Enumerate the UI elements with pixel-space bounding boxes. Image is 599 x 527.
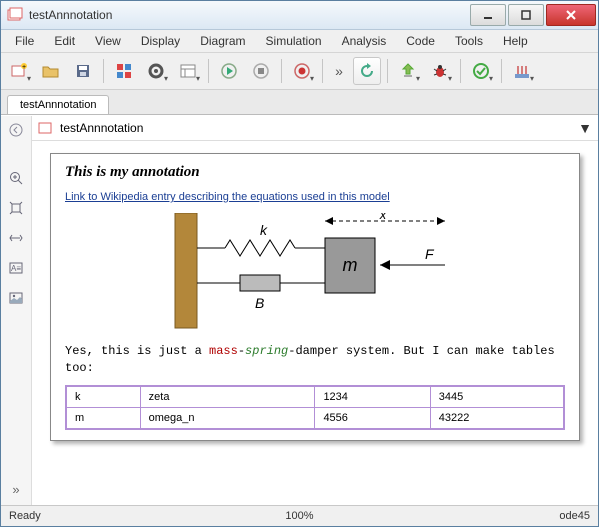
annotation-table: k zeta 1234 3445 m omega_n 4556 43222 (65, 385, 565, 430)
label-F: F (425, 246, 435, 262)
menu-diagram[interactable]: Diagram (190, 32, 255, 50)
image-tool-icon[interactable] (6, 288, 26, 308)
svg-text:+: + (22, 64, 26, 71)
toolbar: +▾ ▾ ▾ ▾ » ▾ ▾ ▾ ▾ (1, 53, 598, 90)
model-config-button[interactable]: ▾ (142, 57, 170, 85)
palette: A≡ » (1, 116, 32, 505)
menu-edit[interactable]: Edit (44, 32, 85, 50)
library-browser-button[interactable] (110, 57, 138, 85)
navigate-back-button[interactable] (6, 120, 26, 140)
tabstrip: testAnnnotation (1, 90, 598, 115)
canvas-wrap: testAnnnotation ▼ This is my annotation … (32, 116, 598, 505)
model-canvas[interactable]: This is my annotation Link to Wikipedia … (32, 141, 598, 505)
label-B: B (255, 295, 264, 311)
build-button[interactable]: ▾ (394, 57, 422, 85)
app-window: testAnnnotation File Edit View Display D… (0, 0, 599, 527)
toolbar-sep (103, 59, 104, 83)
menu-view[interactable]: View (85, 32, 131, 50)
model-explorer-button[interactable]: ▾ (174, 57, 202, 85)
tab-model[interactable]: testAnnnotation (7, 95, 109, 114)
new-model-button[interactable]: +▾ (5, 57, 33, 85)
minimize-button[interactable] (470, 4, 506, 26)
window-title: testAnnnotation (29, 8, 468, 22)
annotation-block[interactable]: This is my annotation Link to Wikipedia … (50, 153, 580, 441)
titlebar: testAnnnotation (1, 1, 598, 30)
menubar: File Edit View Display Diagram Simulatio… (1, 30, 598, 53)
palette-expand-icon[interactable]: » (6, 479, 26, 499)
workarea: A≡ » testAnnnotation ▼ This is my annota… (1, 115, 598, 505)
status-zoom[interactable]: 100% (285, 510, 313, 522)
model-icon (38, 121, 54, 135)
menu-display[interactable]: Display (131, 32, 190, 50)
model-advisor-button[interactable]: ▾ (467, 57, 495, 85)
svg-text:A≡: A≡ (11, 264, 21, 273)
breadcrumb-label[interactable]: testAnnnotation (60, 121, 143, 135)
label-m: m (343, 255, 358, 275)
breadcrumb-dropdown-icon[interactable]: ▼ (578, 120, 592, 136)
annotation-tool-icon[interactable]: A≡ (6, 258, 26, 278)
run-button[interactable] (215, 57, 243, 85)
label-k: k (260, 222, 268, 238)
debug-button[interactable]: ▾ (426, 57, 454, 85)
annotation-heading: This is my annotation (65, 164, 565, 181)
close-button[interactable] (546, 4, 596, 26)
toolbar-more[interactable]: » (329, 57, 349, 85)
stop-button[interactable] (247, 57, 275, 85)
statusbar: Ready 100% ode45 (1, 505, 598, 526)
toolbar-sep (208, 59, 209, 83)
simulation-stepper-button[interactable]: ▾ (508, 57, 536, 85)
menu-code[interactable]: Code (396, 32, 445, 50)
menu-analysis[interactable]: Analysis (332, 32, 397, 50)
toolbar-sep (281, 59, 282, 83)
menu-help[interactable]: Help (493, 32, 538, 50)
menu-simulation[interactable]: Simulation (256, 32, 332, 50)
open-button[interactable] (37, 57, 65, 85)
table-row: m omega_n 4556 43222 (66, 407, 564, 429)
maximize-button[interactable] (508, 4, 544, 26)
status-solver[interactable]: ode45 (559, 510, 590, 522)
label-x: x (379, 213, 387, 222)
table-row: k zeta 1234 3445 (66, 386, 564, 408)
toolbar-sep (501, 59, 502, 83)
zoom-in-icon[interactable] (6, 168, 26, 188)
app-icon (7, 7, 23, 23)
mass-spring-diagram: m k B x F (165, 213, 465, 333)
record-button[interactable]: ▾ (288, 57, 316, 85)
toolbar-sep (322, 59, 323, 83)
annotation-link[interactable]: Link to Wikipedia entry describing the e… (65, 191, 390, 203)
menu-file[interactable]: File (5, 32, 44, 50)
update-diagram-button[interactable] (353, 57, 381, 85)
previous-view-icon[interactable] (6, 228, 26, 248)
toolbar-sep (460, 59, 461, 83)
fit-to-view-icon[interactable] (6, 198, 26, 218)
toolbar-sep (387, 59, 388, 83)
annotation-body: Yes, this is just a mass-spring-damper s… (65, 343, 565, 377)
status-ready: Ready (9, 510, 41, 522)
breadcrumb-bar: testAnnnotation ▼ (32, 116, 598, 141)
window-buttons (468, 4, 596, 26)
menu-tools[interactable]: Tools (445, 32, 493, 50)
save-button[interactable] (69, 57, 97, 85)
